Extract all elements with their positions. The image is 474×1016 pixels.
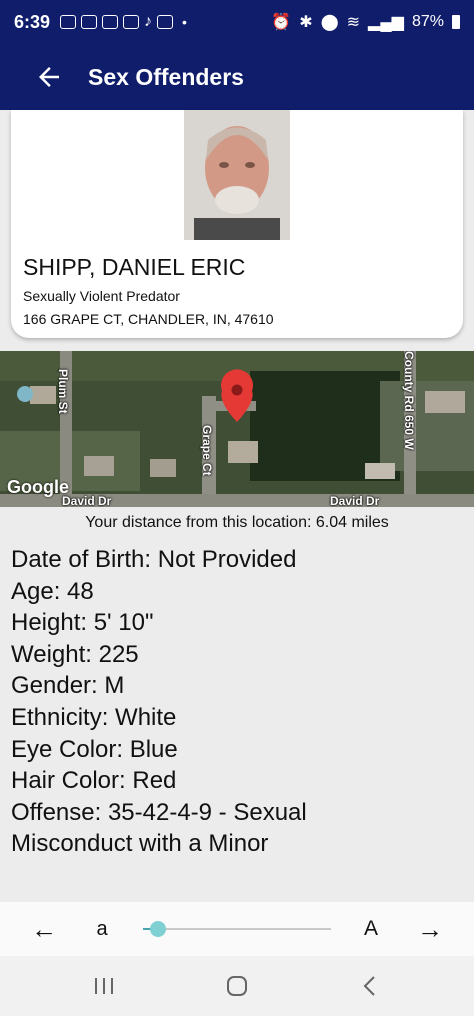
- road-label-grape: Grape Ct: [200, 425, 214, 476]
- temu-icon: [81, 15, 98, 29]
- detail-offense: Offense: 35-42-4-9 - Sexual: [11, 798, 307, 826]
- font-size-slider[interactable]: [143, 921, 331, 937]
- recent-apps-icon: [95, 978, 113, 994]
- mail-icon: [102, 15, 119, 29]
- bluetooth-icon: ✱: [299, 14, 313, 31]
- page-title: Sex Offenders: [88, 63, 244, 90]
- detail-ethnicity: Ethnicity: White: [11, 703, 177, 731]
- status-bar: 6:39 ♪ • ⏰ ✱ ⬤ ≋ ▂▄▆ 87%: [0, 0, 474, 44]
- chevron-left-icon: [363, 976, 375, 996]
- detail-gender: Gender: M: [11, 672, 125, 700]
- arrow-left-icon: [39, 67, 59, 87]
- detail-hair-color: Hair Color: Red: [11, 767, 177, 795]
- increase-font-button[interactable]: A: [356, 902, 386, 956]
- home-icon: [227, 976, 247, 996]
- back-button[interactable]: [24, 52, 74, 102]
- alarm-icon: ⏰: [271, 14, 292, 31]
- road-label-county: County Rd 650 W: [402, 351, 416, 450]
- wifi-icon: ≋: [346, 14, 361, 31]
- recent-apps-button[interactable]: [84, 970, 124, 1002]
- decrease-font-button[interactable]: a: [88, 902, 116, 956]
- location-icon: ⬤: [320, 14, 339, 31]
- detail-offense-cont: Misconduct with a Minor: [11, 830, 269, 858]
- system-back-button[interactable]: [350, 970, 390, 1002]
- offender-card: SHIPP, DANIEL ERIC Sexually Violent Pred…: [11, 110, 463, 338]
- status-right: ⏰ ✱ ⬤ ≋ ▂▄▆ 87%: [271, 12, 460, 32]
- app-bar: Sex Offenders: [0, 44, 474, 110]
- notification-dot: •: [182, 14, 187, 30]
- offender-details: Date of Birth: Not Provided Age: 48 Heig…: [11, 544, 307, 860]
- slider-thumb[interactable]: [150, 921, 167, 937]
- road-label-plum: Plum St: [56, 369, 70, 414]
- google-logo: Google: [7, 477, 69, 497]
- road-label-david-1: David Dr: [62, 494, 112, 507]
- reader-controls: ← a A →: [0, 902, 474, 956]
- mail-icon: [123, 15, 140, 29]
- detail-weight: Weight: 225: [11, 640, 139, 668]
- signal-icon: ▂▄▆: [368, 14, 404, 31]
- offender-name: SHIPP, DANIEL ERIC: [23, 254, 246, 280]
- offender-photo: [184, 110, 290, 240]
- battery-level: 87%: [411, 13, 444, 30]
- detail-dob: Date of Birth: Not Provided: [11, 546, 297, 573]
- status-time: 6:39: [14, 11, 51, 32]
- home-button[interactable]: [217, 970, 257, 1002]
- location-map[interactable]: Plum St Grape Ct County Rd 650 W David D…: [0, 351, 474, 507]
- detail-height: Height: 5' 10": [11, 609, 154, 637]
- temu-icon: [60, 15, 77, 29]
- previous-button[interactable]: ←: [26, 902, 62, 956]
- road-label-david-2: David Dr: [330, 494, 380, 507]
- battery-icon: [452, 15, 460, 29]
- distance-text: Your distance from this location: 6.04 m…: [85, 514, 389, 531]
- next-button[interactable]: →: [412, 902, 448, 956]
- detail-eye-color: Eye Color: Blue: [11, 735, 178, 763]
- tiktok-icon: ♪: [144, 13, 153, 30]
- offender-address: 166 GRAPE CT, CHANDLER, IN, 47610: [23, 311, 274, 327]
- detail-age: Age: 48: [11, 577, 94, 605]
- system-nav-bar: [0, 956, 474, 1016]
- mail-icon: [157, 15, 174, 29]
- offender-status: Sexually Violent Predator: [23, 288, 180, 304]
